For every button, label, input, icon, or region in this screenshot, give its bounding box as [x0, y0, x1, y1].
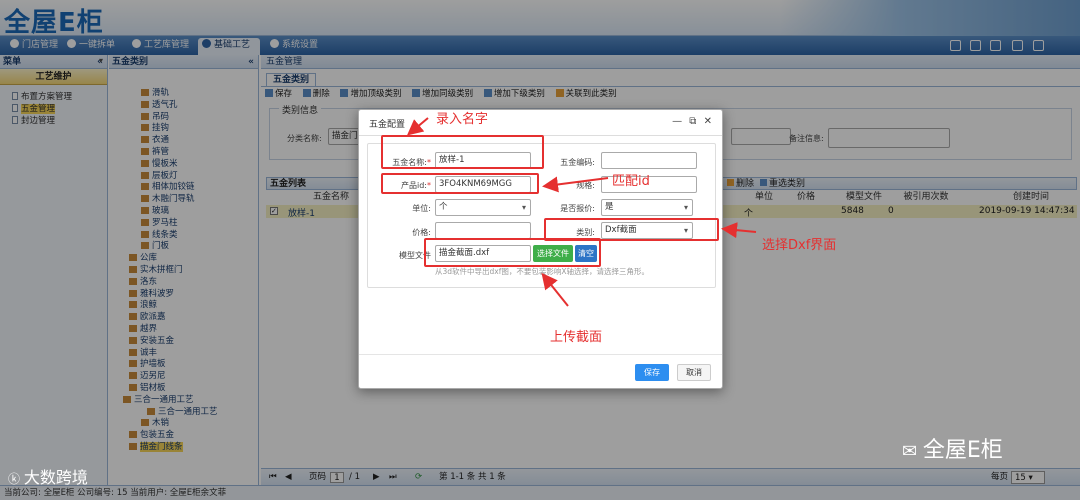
annotation-arrows	[406, 117, 757, 307]
arrow-product-id	[542, 176, 609, 193]
watermark-left: ⓚ 大数跨境	[8, 468, 88, 487]
arrow-upload	[541, 272, 569, 307]
arrow-name	[406, 117, 429, 136]
arrow-type	[721, 222, 757, 239]
watermark-logo-icon: ⓚ	[8, 472, 24, 486]
wechat-icon: ✉	[902, 441, 923, 462]
watermark-right: ✉ 全屋E柜	[902, 438, 1003, 463]
